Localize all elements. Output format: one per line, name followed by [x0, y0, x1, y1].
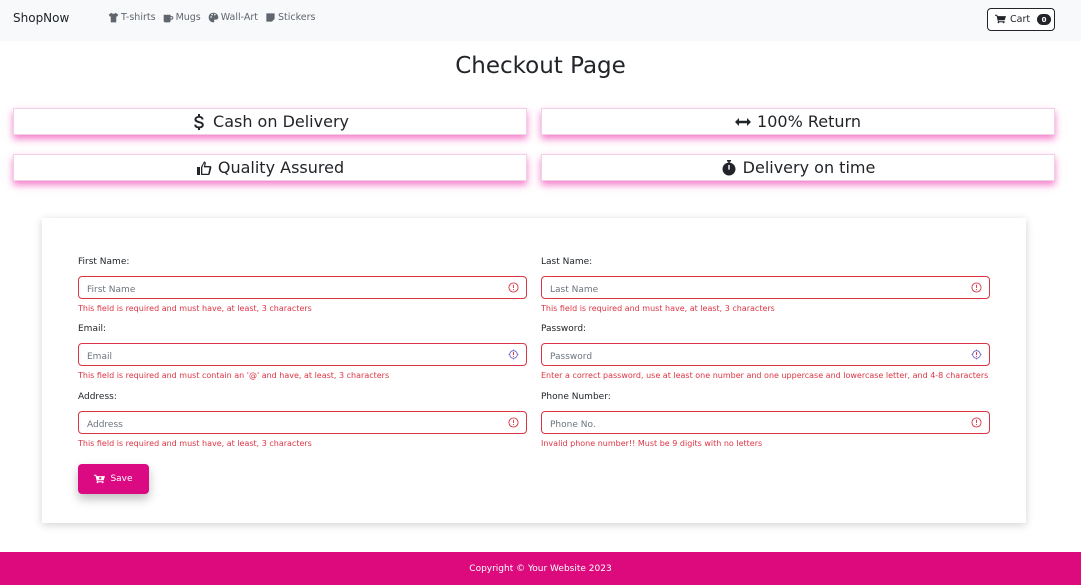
palette-icon — [208, 12, 219, 23]
phone-label: Phone Number: — [541, 392, 611, 402]
nav-item-wall-art[interactable]: Wall-Art — [208, 12, 258, 23]
nav-links: T-shirts Mugs Wall-Art Stickers — [108, 12, 316, 23]
error-icon — [971, 417, 982, 428]
feature-delivery-on-time: Delivery on time — [541, 154, 1055, 181]
feature-label: 100% Return — [757, 112, 861, 131]
address-label: Address: — [78, 392, 117, 402]
dollar-icon — [194, 113, 204, 130]
last-name-label: Last Name: — [541, 257, 593, 267]
cart-count-badge: 0 — [1037, 14, 1052, 25]
first-name-label: First Name: — [78, 257, 130, 267]
nav-item-label: Mugs — [175, 12, 201, 23]
password-manager-icon[interactable] — [508, 349, 519, 360]
error-icon — [971, 282, 982, 293]
footer: Copyright © Your Website 2023 — [0, 552, 1081, 585]
feature-quality-assured: Quality Assured — [13, 154, 527, 181]
cart-button[interactable]: Cart 0 — [987, 8, 1055, 31]
first-name-field: First Name: This field is required and m… — [78, 257, 527, 313]
password-manager-icon[interactable] — [971, 349, 982, 360]
password-error: Enter a correct password, use at least o… — [541, 371, 989, 380]
nav-item-tshirts[interactable]: T-shirts — [108, 12, 156, 23]
feature-cash-on-delivery: Cash on Delivery — [13, 108, 527, 135]
nav-item-mugs[interactable]: Mugs — [163, 12, 201, 23]
error-icon — [508, 282, 519, 293]
email-input-wrapper — [78, 343, 527, 368]
address-field: Address: This field is required and must… — [78, 392, 527, 448]
last-name-field: Last Name: This field is required and mu… — [541, 257, 990, 313]
address-input-wrapper — [78, 411, 527, 436]
password-field: Password: Enter a correct password, use … — [541, 324, 990, 380]
last-name-input-wrapper — [541, 276, 990, 301]
feature-label: Delivery on time — [742, 158, 876, 177]
mug-icon — [163, 14, 173, 23]
thumbs-up-icon — [196, 161, 212, 175]
tshirt-icon — [108, 12, 119, 23]
email-field: Email: This field is required and must c… — [78, 324, 527, 380]
email-input[interactable] — [79, 346, 499, 368]
password-label: Password: — [541, 324, 587, 334]
email-label: Email: — [78, 324, 107, 334]
cart-plus-icon — [94, 474, 106, 483]
feature-label: Cash on Delivery — [213, 112, 349, 131]
cart-icon — [995, 14, 1006, 24]
email-error: This field is required and must contain … — [78, 371, 390, 380]
arrows-horizontal-icon — [735, 117, 752, 126]
address-error: This field is required and must have, at… — [78, 439, 312, 448]
feature-label: Quality Assured — [217, 158, 345, 177]
cart-label: Cart — [1010, 14, 1031, 25]
phone-input-wrapper — [541, 411, 990, 436]
nav-item-label: T-shirts — [121, 12, 156, 23]
password-input-wrapper — [541, 343, 990, 368]
copyright-text: Copyright © Your Website 2023 — [469, 563, 612, 574]
checkout-form: First Name: This field is required and m… — [42, 218, 1026, 523]
password-input[interactable] — [542, 346, 962, 368]
brand-logo[interactable]: ShopNow — [13, 11, 69, 25]
nav-item-label: Stickers — [278, 12, 316, 23]
feature-100-return: 100% Return — [541, 108, 1055, 135]
stopwatch-icon — [722, 159, 736, 175]
nav-item-stickers[interactable]: Stickers — [265, 12, 316, 23]
save-button[interactable]: Save — [78, 464, 149, 494]
sticker-icon — [266, 13, 275, 22]
last-name-error: This field is required and must have, at… — [541, 304, 775, 313]
nav-item-label: Wall-Art — [220, 12, 259, 23]
phone-input[interactable] — [542, 414, 962, 436]
save-button-label: Save — [110, 474, 133, 484]
address-input[interactable] — [79, 414, 499, 436]
phone-field: Phone Number: Invalid phone number!! Mus… — [541, 392, 990, 448]
page-title: Checkout Page — [455, 53, 626, 79]
first-name-input[interactable] — [79, 279, 499, 301]
navbar: ShopNow T-shirts Mugs Wall-Art Stickers … — [0, 0, 1081, 41]
last-name-input[interactable] — [542, 279, 962, 301]
first-name-error: This field is required and must have, at… — [78, 304, 312, 313]
error-icon — [508, 417, 519, 428]
first-name-input-wrapper — [78, 276, 527, 301]
phone-error: Invalid phone number!! Must be 9 digits … — [541, 439, 763, 448]
